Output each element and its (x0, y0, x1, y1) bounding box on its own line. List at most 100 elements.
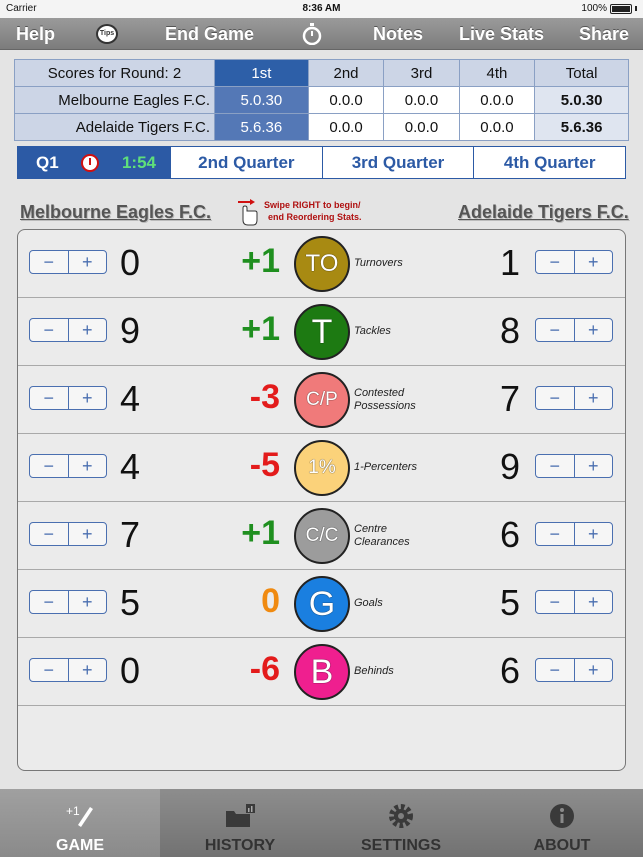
folder-chart-icon (226, 804, 255, 827)
tab-settings-label: SETTINGS (360, 837, 441, 854)
notes-button[interactable]: Notes (373, 18, 423, 50)
quarter-clock: 1:54 (121, 153, 156, 172)
stat-difference: +1 (241, 514, 280, 552)
home-decrement-button[interactable]: − (30, 251, 68, 273)
tips-icon[interactable]: Tips (96, 24, 118, 44)
away-increment-button[interactable]: + (573, 591, 613, 613)
help-button[interactable]: Help (16, 18, 55, 50)
home-decrement-button[interactable]: − (30, 455, 68, 477)
home-increment-button[interactable]: + (67, 387, 107, 409)
away-stat-value: 1 (500, 242, 521, 283)
team-name-cell: Melbourne Eagles F.C. (14, 86, 215, 114)
tab-quarter-3[interactable]: 3rd Quarter (321, 147, 474, 178)
home-stepper[interactable]: − + (29, 522, 107, 546)
away-stepper[interactable]: − + (535, 522, 613, 546)
total-cell: 5.6.36 (534, 113, 629, 141)
stat-row: − +9 +1 T Tackles 8− + (18, 298, 625, 366)
home-decrement-button[interactable]: − (30, 523, 68, 545)
home-decrement-button[interactable]: − (30, 659, 68, 681)
away-decrement-button[interactable]: − (536, 319, 574, 341)
away-stepper[interactable]: − + (535, 318, 613, 342)
away-decrement-button[interactable]: − (536, 591, 574, 613)
total-cell: 5.0.30 (534, 86, 629, 114)
col-header: 3rd (383, 59, 460, 87)
away-stat-value: 7 (500, 378, 521, 419)
home-increment-button[interactable]: + (67, 455, 107, 477)
tab-quarter-1[interactable]: Q1 1:54 (18, 147, 170, 178)
home-increment-button[interactable]: + (67, 659, 107, 681)
tab-about-label: ABOUT (533, 837, 591, 854)
home-stat-value: 4 (120, 378, 141, 419)
away-stepper[interactable]: − + (535, 590, 613, 614)
away-stat-value: 6 (500, 514, 521, 555)
stat-badge: C/C (294, 508, 350, 564)
stat-label: Contested Possessions (354, 387, 416, 412)
stat-difference: -6 (249, 650, 280, 688)
home-stepper[interactable]: − + (29, 386, 107, 410)
away-stat-value: 8 (500, 310, 521, 351)
home-increment-button[interactable]: + (67, 591, 107, 613)
battery-indicator: 100% (581, 3, 637, 14)
share-button[interactable]: Share (579, 18, 629, 50)
home-increment-button[interactable]: + (67, 523, 107, 545)
tab-about[interactable]: ABOUT (482, 789, 642, 857)
home-stepper[interactable]: − + (29, 590, 107, 614)
away-stepper[interactable]: − + (535, 250, 613, 274)
away-increment-button[interactable]: + (573, 455, 613, 477)
tab-quarter-4[interactable]: 4th Quarter (473, 147, 625, 178)
end-game-button[interactable]: End Game (165, 18, 254, 50)
swipe-hint-text: Swipe RIGHT to begin/ end Reordering Sta… (264, 200, 362, 222)
quarter-timer-icon[interactable] (81, 153, 100, 172)
away-decrement-button[interactable]: − (536, 455, 574, 477)
score-cell: 0.0.0 (307, 86, 385, 114)
swipe-hand-icon (238, 199, 258, 226)
stats-panel[interactable]: − +0 +1 TO Turnovers 1− + − +9 +1 T Tackles 8− + − +4 -3… (17, 229, 626, 771)
score-cell: 0.0.0 (383, 113, 460, 141)
home-decrement-button[interactable]: − (30, 591, 68, 613)
home-increment-button[interactable]: + (67, 319, 107, 341)
stat-row: − +4 -5 1% 1-Percenters 9− + (18, 434, 625, 502)
stat-badge: 1% (294, 440, 350, 496)
col-header: 4th (458, 59, 536, 87)
away-stepper[interactable]: − + (535, 658, 613, 682)
score-cell: 0.0.0 (307, 113, 385, 141)
table-row: Melbourne Eagles F.C. 5.0.30 0.0.0 0.0.0… (14, 86, 629, 114)
away-increment-button[interactable]: + (573, 387, 613, 409)
tab-history[interactable]: HISTORY (160, 789, 320, 857)
tab-history-label: HISTORY (204, 837, 276, 854)
away-stepper[interactable]: − + (535, 386, 613, 410)
home-stepper[interactable]: − + (29, 250, 107, 274)
home-stepper[interactable]: − + (29, 454, 107, 478)
away-increment-button[interactable]: + (573, 319, 613, 341)
away-increment-button[interactable]: + (573, 523, 613, 545)
stat-label: Centre Clearances (354, 523, 410, 548)
home-stat-value: 0 (120, 650, 141, 691)
stat-label: 1-Percenters (354, 461, 417, 473)
status-time: 8:36 AM (302, 3, 341, 14)
away-decrement-button[interactable]: − (536, 251, 574, 273)
status-bar: Carrier 8:36 AM 100% (0, 0, 643, 18)
home-decrement-button[interactable]: − (30, 319, 68, 341)
live-stats-button[interactable]: Live Stats (459, 18, 544, 50)
away-increment-button[interactable]: + (573, 251, 613, 273)
stopwatch-icon[interactable] (302, 23, 322, 45)
away-increment-button[interactable]: + (573, 659, 613, 681)
stat-row: − +7 +1 C/C Centre Clearances 6− + (18, 502, 625, 570)
tab-quarter-2[interactable]: 2nd Quarter (170, 147, 322, 178)
tab-game[interactable]: +1 GAME (0, 789, 160, 857)
away-stepper[interactable]: − + (535, 454, 613, 478)
home-stepper[interactable]: − + (29, 658, 107, 682)
stat-label: Behinds (354, 665, 394, 677)
table-row: Adelaide Tigers F.C. 5.6.36 0.0.0 0.0.0 … (14, 113, 629, 141)
home-decrement-button[interactable]: − (30, 387, 68, 409)
away-decrement-button[interactable]: − (536, 523, 574, 545)
home-stepper[interactable]: − + (29, 318, 107, 342)
gear-icon (389, 804, 413, 828)
home-increment-button[interactable]: + (67, 251, 107, 273)
away-decrement-button[interactable]: − (536, 659, 574, 681)
away-decrement-button[interactable]: − (536, 387, 574, 409)
scores-caption: Scores for Round: 2 (14, 59, 215, 87)
stat-label: Turnovers (354, 257, 403, 269)
away-stat-value: 5 (500, 582, 521, 623)
tab-settings[interactable]: SETTINGS (321, 789, 481, 857)
